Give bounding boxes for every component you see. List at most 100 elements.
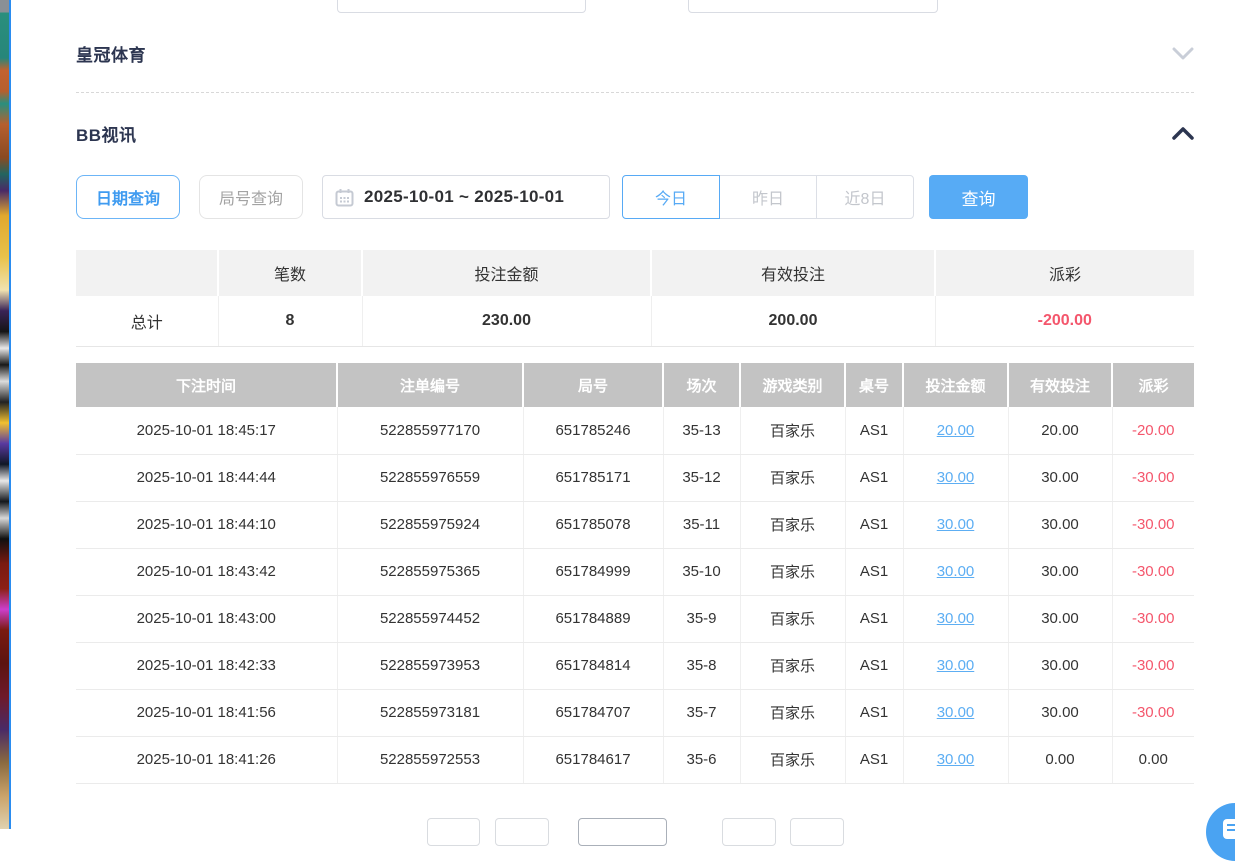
cell-round-no: 651784889: [523, 595, 663, 642]
table-row: 2025-10-01 18:43:42 522855975365 6517849…: [76, 548, 1194, 595]
cell-order-no: 522855975365: [337, 548, 523, 595]
cell-table-no: AS1: [845, 642, 903, 689]
cell-round-no: 651785078: [523, 501, 663, 548]
col-bet-amount: 投注金额: [903, 363, 1008, 407]
table-row: 2025-10-01 18:42:33 522855973953 6517848…: [76, 642, 1194, 689]
summary-header-blank: [76, 250, 218, 296]
summary-total-row: 总计 8 230.00 200.00 -200.00: [76, 296, 1194, 346]
cell-time: 2025-10-01 18:43:00: [76, 595, 337, 642]
cell-table-no: AS1: [845, 407, 903, 454]
bet-amount-link[interactable]: 30.00: [937, 751, 975, 768]
quick-range-today[interactable]: 今日: [622, 175, 720, 219]
cell-order-no: 522855975924: [337, 501, 523, 548]
date-range-picker[interactable]: 2025-10-01 ~ 2025-10-01: [322, 175, 610, 219]
cell-bet-amount: 30.00: [903, 689, 1008, 736]
cell-order-no: 522855973953: [337, 642, 523, 689]
cell-valid-bet: 30.00: [1008, 501, 1112, 548]
cell-valid-bet: 30.00: [1008, 642, 1112, 689]
cell-session: 35-9: [663, 595, 740, 642]
cell-round-no: 651784617: [523, 736, 663, 783]
cell-payout: -30.00: [1112, 689, 1194, 736]
col-bet-time: 下注时间: [76, 363, 337, 407]
cell-order-no: 522855972553: [337, 736, 523, 783]
summary-total-bet-amount: 230.00: [362, 296, 651, 346]
bet-amount-link[interactable]: 20.00: [937, 422, 975, 439]
cell-payout: -30.00: [1112, 642, 1194, 689]
table-row: 2025-10-01 18:45:17 522855977170 6517852…: [76, 407, 1194, 454]
filter-toolbar: 日期查询 局号查询 2025-10-01 ~ 2025-10-01 今日 昨日 …: [76, 175, 1194, 219]
cell-game-type: 百家乐: [740, 501, 845, 548]
cell-game-type: 百家乐: [740, 689, 845, 736]
cell-order-no: 522855976559: [337, 454, 523, 501]
cell-payout: 0.00: [1112, 736, 1194, 783]
col-valid-bet: 有效投注: [1008, 363, 1112, 407]
quick-range-group: 今日 昨日 近8日: [622, 175, 914, 219]
summary-header-valid-bet: 有效投注: [651, 250, 935, 296]
calendar-icon: [335, 188, 354, 207]
floating-service-button[interactable]: [1206, 803, 1235, 861]
pagination-button[interactable]: [722, 818, 776, 846]
service-icon: [1223, 819, 1235, 839]
cell-valid-bet: 30.00: [1008, 595, 1112, 642]
cell-time: 2025-10-01 18:44:44: [76, 454, 337, 501]
cell-time: 2025-10-01 18:43:42: [76, 548, 337, 595]
cell-time: 2025-10-01 18:44:10: [76, 501, 337, 548]
table-row: 2025-10-01 18:44:44 522855976559 6517851…: [76, 454, 1194, 501]
pagination-button[interactable]: [495, 818, 549, 846]
background-strip: [0, 0, 9, 829]
cell-table-no: AS1: [845, 595, 903, 642]
col-table-no: 桌号: [845, 363, 903, 407]
summary-total-valid-bet: 200.00: [651, 296, 935, 346]
cell-round-no: 651784814: [523, 642, 663, 689]
summary-total-label: 总计: [76, 296, 218, 346]
quick-range-last8[interactable]: 近8日: [816, 175, 914, 219]
summary-total-count: 8: [218, 296, 362, 346]
bet-amount-link[interactable]: 30.00: [937, 516, 975, 533]
section-title-crown-sports: 皇冠体育: [76, 41, 146, 66]
cell-payout: -30.00: [1112, 595, 1194, 642]
cell-valid-bet: 20.00: [1008, 407, 1112, 454]
cell-order-no: 522855973181: [337, 689, 523, 736]
bet-amount-link[interactable]: 30.00: [937, 610, 975, 627]
chevron-down-icon[interactable]: [1172, 47, 1194, 60]
records-panel: 皇冠体育 BB视讯 日期查询 局号查询: [76, 0, 1194, 829]
bet-amount-link[interactable]: 30.00: [937, 704, 975, 721]
cell-payout: -30.00: [1112, 454, 1194, 501]
cell-valid-bet: 30.00: [1008, 689, 1112, 736]
cell-bet-amount: 30.00: [903, 595, 1008, 642]
col-session: 场次: [663, 363, 740, 407]
cell-payout: -20.00: [1112, 407, 1194, 454]
cell-order-no: 522855974452: [337, 595, 523, 642]
table-row: 2025-10-01 18:44:10 522855975924 6517850…: [76, 501, 1194, 548]
col-payout: 派彩: [1112, 363, 1194, 407]
bet-table-header-row: 下注时间 注单编号 局号 场次 游戏类别 桌号 投注金额 有效投注 派彩: [76, 363, 1194, 407]
summary-header-count: 笔数: [218, 250, 362, 296]
round-query-tab[interactable]: 局号查询: [199, 175, 303, 219]
bet-amount-link[interactable]: 30.00: [937, 469, 975, 486]
cell-session: 35-6: [663, 736, 740, 783]
chevron-up-icon[interactable]: [1172, 127, 1194, 140]
background-strip-edge: [9, 0, 11, 829]
cell-session: 35-10: [663, 548, 740, 595]
cell-table-no: AS1: [845, 548, 903, 595]
quick-range-yesterday[interactable]: 昨日: [719, 175, 817, 219]
pagination-button[interactable]: [790, 818, 844, 846]
summary-header-row: 笔数 投注金额 有效投注 派彩: [76, 250, 1194, 296]
cell-game-type: 百家乐: [740, 595, 845, 642]
cell-session: 35-12: [663, 454, 740, 501]
search-button[interactable]: 查询: [929, 175, 1028, 219]
pagination-page-select[interactable]: [578, 818, 667, 846]
cell-bet-amount: 30.00: [903, 501, 1008, 548]
pagination-button[interactable]: [427, 818, 480, 846]
col-round-no: 局号: [523, 363, 663, 407]
date-query-tab[interactable]: 日期查询: [76, 175, 180, 219]
cell-table-no: AS1: [845, 454, 903, 501]
cell-bet-amount: 30.00: [903, 454, 1008, 501]
cell-order-no: 522855977170: [337, 407, 523, 454]
bet-amount-link[interactable]: 30.00: [937, 657, 975, 674]
cell-bet-amount: 20.00: [903, 407, 1008, 454]
bet-amount-link[interactable]: 30.00: [937, 563, 975, 580]
cell-round-no: 651784707: [523, 689, 663, 736]
bet-records-table: 下注时间 注单编号 局号 场次 游戏类别 桌号 投注金额 有效投注 派彩 202…: [76, 363, 1194, 784]
cell-game-type: 百家乐: [740, 736, 845, 783]
